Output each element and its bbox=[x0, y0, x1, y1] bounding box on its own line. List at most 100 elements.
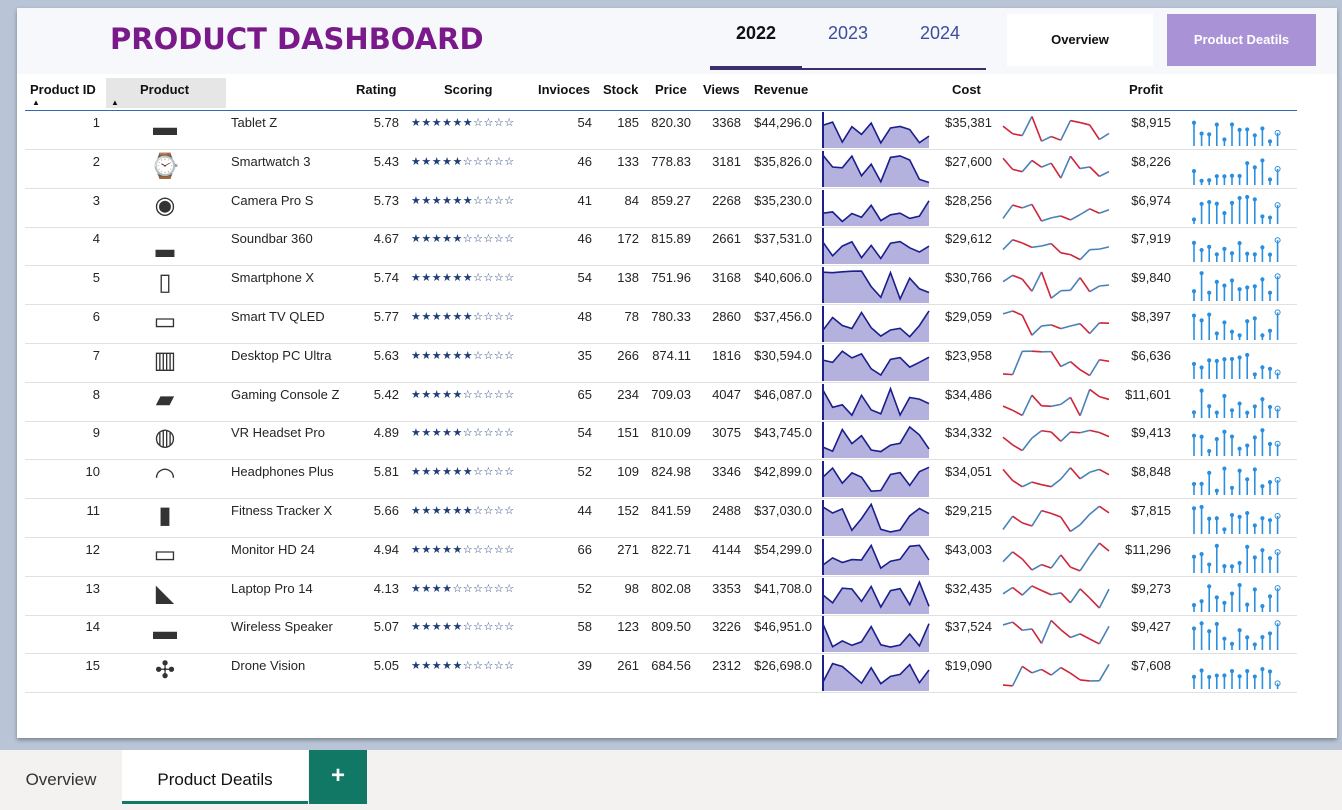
rating-cell: 5.73 bbox=[365, 193, 399, 208]
price-cell: 874.11 bbox=[641, 348, 691, 363]
profit-dot bbox=[1230, 435, 1233, 438]
table-row[interactable]: 11▮Fitness Tracker X5.66★★★★★★☆☆☆☆441528… bbox=[25, 498, 1297, 538]
profit-dot bbox=[1253, 373, 1256, 376]
table-row[interactable]: 12▭Monitor HD 244.94★★★★★☆☆☆☆☆66271822.7… bbox=[25, 537, 1297, 577]
profit-dot bbox=[1246, 320, 1249, 323]
cost-segment bbox=[1051, 621, 1061, 630]
table-row[interactable]: 14▬Wireless Speaker5.07★★★★★☆☆☆☆☆5812380… bbox=[25, 614, 1297, 654]
product-details-nav-button[interactable]: Product Deatils bbox=[1167, 14, 1316, 66]
profit-dot bbox=[1261, 548, 1264, 551]
cost-segment bbox=[1032, 395, 1042, 406]
page-tab-product-details[interactable]: Product Deatils bbox=[122, 750, 308, 804]
profit-dot bbox=[1268, 556, 1271, 559]
cost-sparkline bbox=[1002, 112, 1110, 148]
header-invoices[interactable]: Invioces bbox=[538, 82, 590, 97]
header-views[interactable]: Views bbox=[703, 82, 740, 97]
profit-dot bbox=[1253, 643, 1256, 646]
profit-dot bbox=[1230, 174, 1233, 177]
year-tab-2024[interactable]: 2024 bbox=[894, 18, 986, 70]
year-tab-label: 2024 bbox=[920, 23, 960, 43]
profit-dot bbox=[1223, 637, 1226, 640]
overview-nav-button[interactable]: Overview bbox=[1007, 14, 1153, 66]
profit-dot bbox=[1215, 544, 1218, 547]
header-revenue[interactable]: Revenue bbox=[754, 82, 808, 97]
profit-dot bbox=[1208, 313, 1211, 316]
cost-segment bbox=[1003, 587, 1013, 593]
profit-dot bbox=[1261, 668, 1264, 671]
product-name-cell: Headphones Plus bbox=[231, 464, 334, 479]
cost-segment bbox=[1051, 513, 1061, 517]
profit-dot bbox=[1238, 242, 1241, 245]
cost-segment bbox=[1032, 246, 1042, 247]
profit-dot bbox=[1208, 178, 1211, 181]
cost-segment bbox=[1070, 278, 1080, 291]
cost-sparkline bbox=[1002, 151, 1110, 187]
profit-dot bbox=[1215, 253, 1218, 256]
invoices-cell: 52 bbox=[555, 581, 592, 596]
profit-lollipop bbox=[1191, 578, 1283, 614]
cost-segment bbox=[1070, 255, 1080, 260]
table-row[interactable]: 4▂Soundbar 3604.67★★★★★☆☆☆☆☆46172815.892… bbox=[25, 226, 1297, 266]
product-name-cell: Gaming Console Z bbox=[231, 387, 339, 402]
profit-lollipop bbox=[1191, 190, 1283, 226]
revenue-sparkline bbox=[822, 422, 930, 458]
header-rating[interactable]: Rating bbox=[356, 82, 396, 97]
cost-sparkline bbox=[1002, 500, 1110, 536]
table-row[interactable]: 3◉Camera Pro S5.73★★★★★★☆☆☆☆4184859.2722… bbox=[25, 188, 1297, 228]
table-row[interactable]: 15✣Drone Vision5.05★★★★★☆☆☆☆☆39261684.56… bbox=[25, 653, 1297, 693]
rating-cell: 4.13 bbox=[365, 581, 399, 596]
profit-dot bbox=[1215, 280, 1218, 283]
profit-dot bbox=[1192, 483, 1195, 486]
table-row[interactable]: 2⌚Smartwatch 35.43★★★★★☆☆☆☆☆46133778.833… bbox=[25, 149, 1297, 189]
profit-dot bbox=[1246, 444, 1249, 447]
profit-dot bbox=[1253, 468, 1256, 471]
table-row[interactable]: 6▭Smart TV QLED5.77★★★★★★☆☆☆☆4878780.332… bbox=[25, 304, 1297, 344]
table-row[interactable]: 13◣Laptop Pro 144.13★★★★☆☆☆☆☆☆5298802.08… bbox=[25, 576, 1297, 616]
header-scoring[interactable]: Scoring bbox=[444, 82, 492, 97]
year-tab-2023[interactable]: 2023 bbox=[802, 18, 894, 70]
profit-dot bbox=[1208, 563, 1211, 566]
header-product-id[interactable]: Product ID bbox=[30, 82, 96, 97]
tv-icon: ▭ bbox=[135, 305, 195, 341]
invoices-cell: 65 bbox=[555, 387, 592, 402]
cost-segment bbox=[1042, 621, 1052, 644]
profit-dot bbox=[1215, 202, 1218, 205]
table-row[interactable]: 9◍VR Headset Pro4.89★★★★★☆☆☆☆☆54151810.0… bbox=[25, 420, 1297, 460]
profit-dot bbox=[1238, 128, 1241, 131]
camera-icon: ◉ bbox=[135, 189, 195, 225]
rating-cell: 5.05 bbox=[365, 658, 399, 673]
cost-segment bbox=[1090, 389, 1100, 396]
table-row[interactable]: 7▥Desktop PC Ultra5.63★★★★★★☆☆☆☆35266874… bbox=[25, 343, 1297, 383]
table-row[interactable]: 1▬Tablet Z5.78★★★★★★☆☆☆☆54185820.303368$… bbox=[25, 110, 1297, 150]
header-product[interactable]: Product bbox=[140, 82, 189, 97]
header-cost[interactable]: Cost bbox=[952, 82, 981, 97]
cost-segment bbox=[1003, 685, 1013, 686]
cost-segment bbox=[1090, 208, 1100, 212]
profit-dot bbox=[1192, 410, 1195, 413]
product-name-cell: Monitor HD 24 bbox=[231, 542, 315, 557]
table-row[interactable]: 5▯Smartphone X5.74★★★★★★☆☆☆☆54138751.963… bbox=[25, 265, 1297, 305]
header-price[interactable]: Price bbox=[655, 82, 687, 97]
page-tab-overview[interactable]: Overview bbox=[0, 750, 122, 804]
header-stock[interactable]: Stock bbox=[603, 82, 638, 97]
profit-dot bbox=[1246, 253, 1249, 256]
header-profit[interactable]: Profit bbox=[1129, 82, 1163, 97]
views-cell: 2661 bbox=[696, 231, 741, 246]
year-tab-2022[interactable]: 2022 bbox=[710, 18, 802, 70]
cost-segment bbox=[1013, 351, 1023, 374]
rating-cell: 5.66 bbox=[365, 503, 399, 518]
table-row[interactable]: 10◠Headphones Plus5.81★★★★★★☆☆☆☆52109824… bbox=[25, 459, 1297, 499]
cost-segment bbox=[1003, 311, 1013, 314]
cost-cell: $19,090 bbox=[935, 658, 992, 673]
cost-segment bbox=[1090, 506, 1100, 514]
cost-cell: $34,332 bbox=[935, 425, 992, 440]
profit-dot bbox=[1223, 467, 1226, 470]
product-id-cell: 5 bbox=[65, 270, 100, 285]
profit-dot bbox=[1261, 517, 1264, 520]
add-page-button[interactable]: + bbox=[309, 750, 367, 804]
cost-segment bbox=[1061, 555, 1071, 567]
views-cell: 4047 bbox=[696, 387, 741, 402]
table-row[interactable]: 8▰Gaming Console Z5.42★★★★★☆☆☆☆☆65234709… bbox=[25, 382, 1297, 422]
cost-segment bbox=[1013, 205, 1023, 208]
profit-dot bbox=[1200, 669, 1203, 672]
